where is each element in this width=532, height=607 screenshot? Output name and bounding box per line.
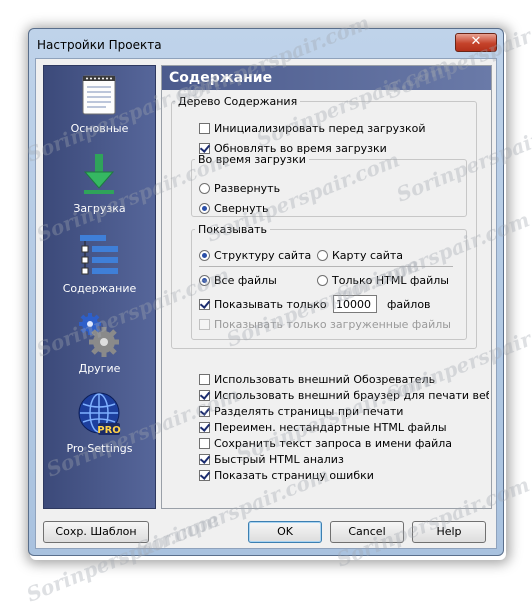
checkbox-box[interactable] (199, 454, 210, 465)
checkbox-box[interactable] (199, 470, 210, 481)
project-settings-dialog: Настройки Проекта ✕ Основные Загрузка Со… (28, 28, 504, 556)
checkbox-box[interactable] (199, 299, 210, 310)
radio-label: Развернуть (214, 182, 281, 195)
radio-button[interactable] (199, 203, 210, 214)
ok-button[interactable]: OK (248, 521, 322, 543)
checkbox-box[interactable] (199, 319, 210, 330)
window-title: Настройки Проекта (37, 38, 162, 52)
checkbox-box[interactable] (199, 374, 210, 385)
options-list: Использовать внешний Обозреватель Исполь… (199, 372, 489, 492)
tree-structure-icon (80, 235, 118, 275)
radio-button[interactable] (317, 275, 328, 286)
site-structure-radio[interactable]: Структуру сайта (199, 248, 311, 264)
expand-radio[interactable]: Развернуть (199, 181, 280, 197)
checkbox-box[interactable] (199, 438, 210, 449)
radio-button[interactable] (199, 183, 210, 194)
sidebar-item-label: Содержание (62, 282, 137, 295)
files-suffix-label: файлов (387, 298, 431, 311)
sidebar-item-label: Другие (78, 362, 121, 375)
radio-button[interactable] (199, 250, 210, 261)
radio-label: Структуру сайта (214, 249, 312, 262)
checkbox-box[interactable] (199, 123, 210, 134)
checkbox-box[interactable] (199, 422, 210, 433)
radio-button[interactable] (317, 250, 328, 261)
